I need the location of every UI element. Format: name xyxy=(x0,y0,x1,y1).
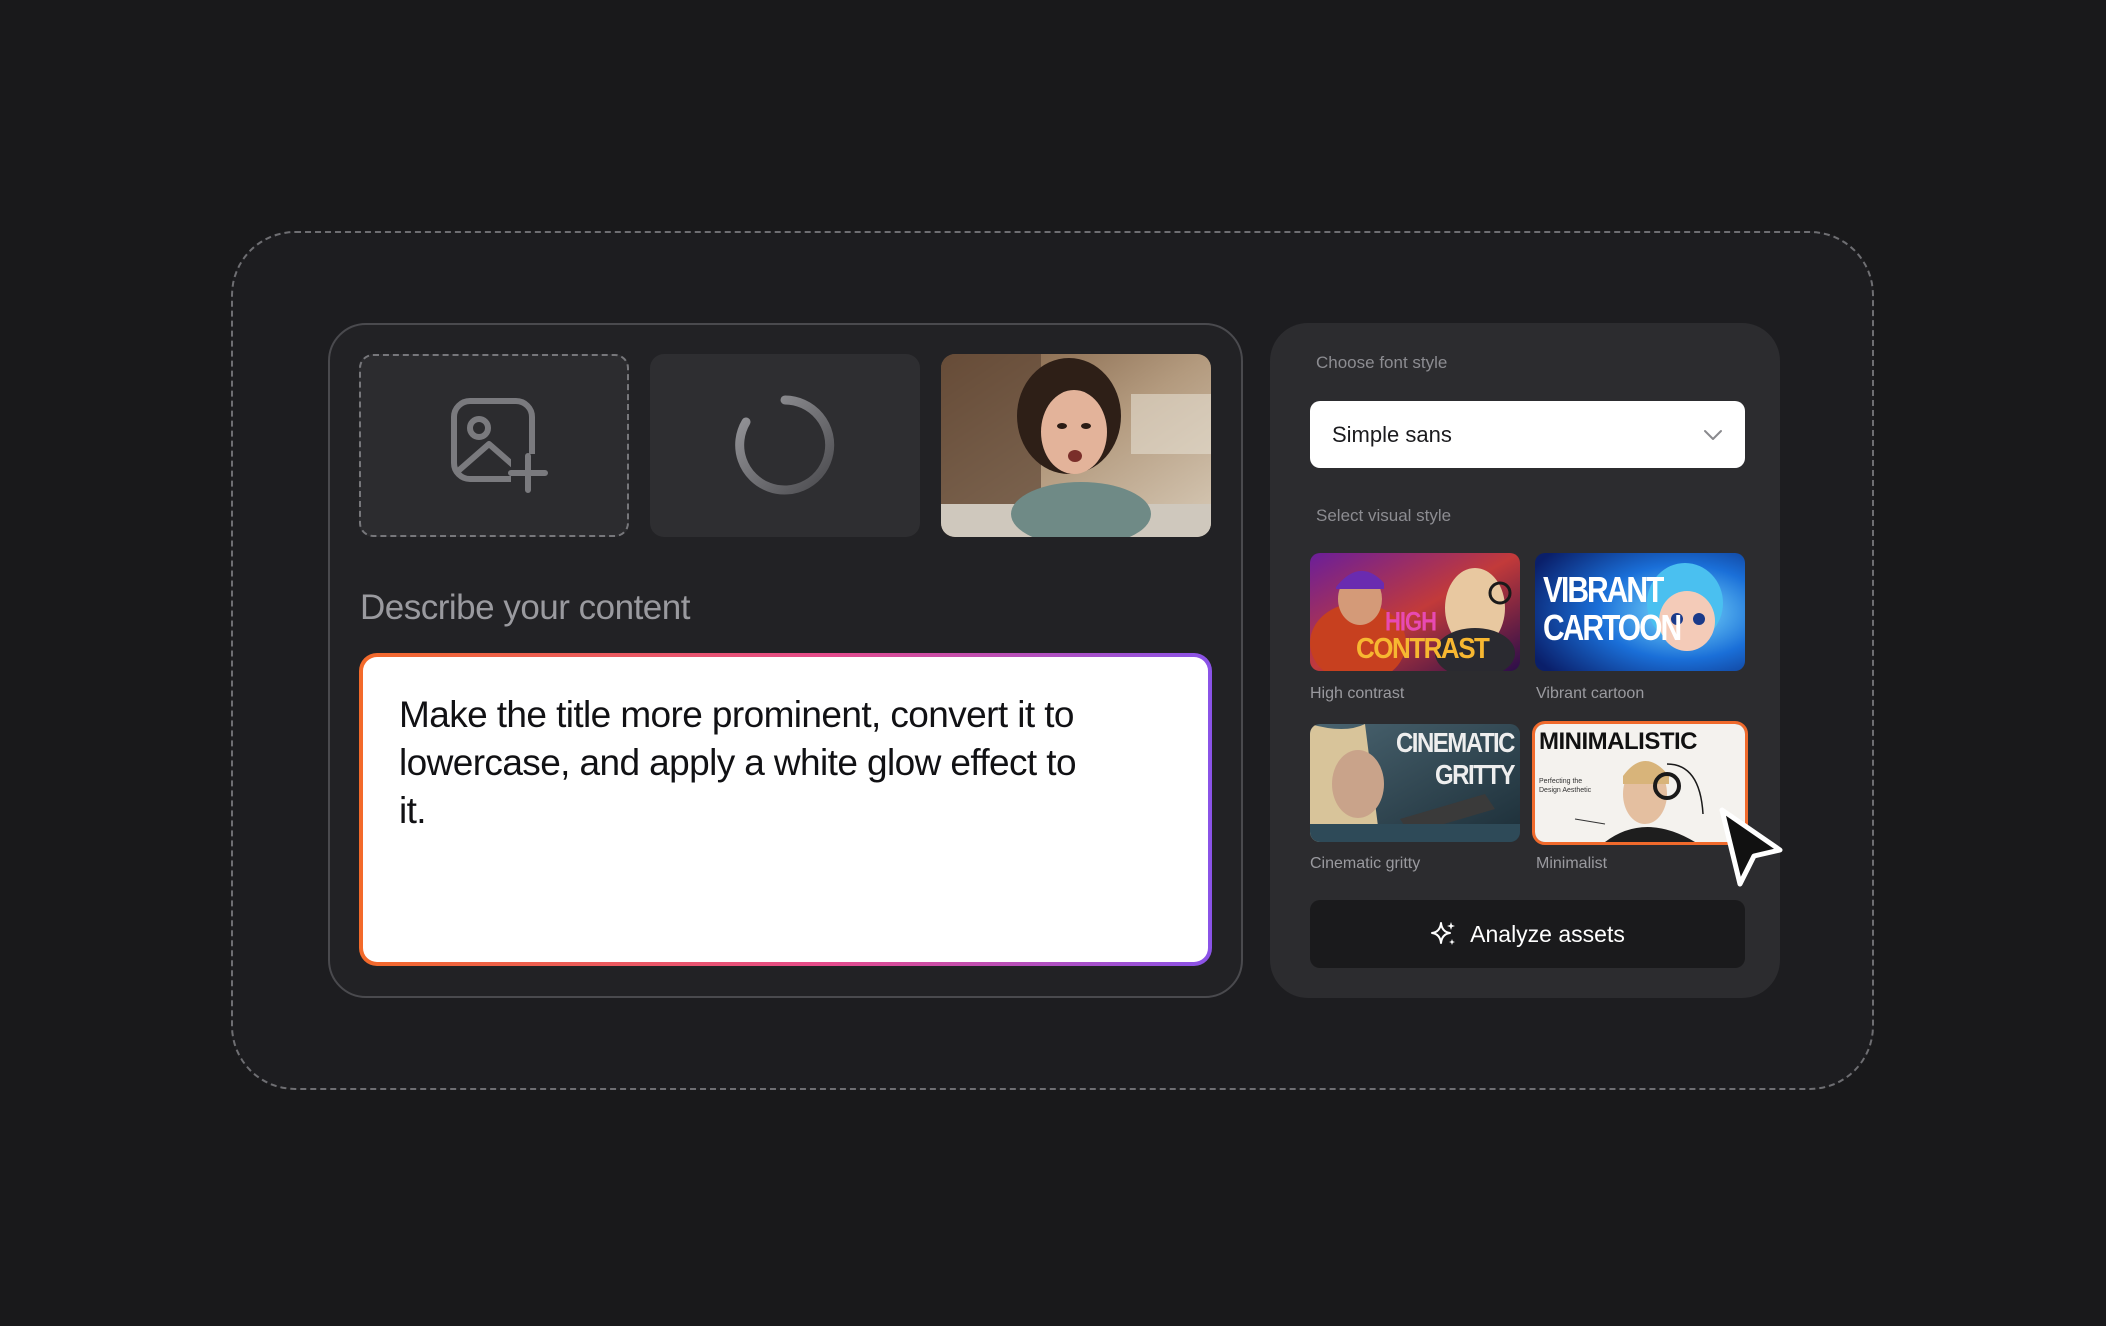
font-style-label: Choose font style xyxy=(1316,353,1448,372)
style-caption-high-contrast: High contrast xyxy=(1310,685,1405,702)
prompt-input[interactable]: Make the title more prominent, convert i… xyxy=(359,653,1212,966)
analyze-assets-button[interactable]: Analyze assets xyxy=(1310,900,1745,968)
font-style-value: Simple sans xyxy=(1332,421,1452,447)
visual-style-label: Select visual style xyxy=(1316,506,1452,525)
style-card-minimalist[interactable]: MINIMALISTIC Perfecting the Design Aesth… xyxy=(1532,721,1748,845)
style-card-cinematic-gritty[interactable]: CINEMATIC GRITTY xyxy=(1310,724,1520,842)
describe-content-label: Describe your content xyxy=(360,588,690,627)
prompt-input-inner[interactable]: Make the title more prominent, convert i… xyxy=(363,657,1208,962)
style-card-vibrant-cartoon[interactable]: VIBRANT CARTOON xyxy=(1535,553,1745,671)
style-caption-cinematic-gritty: Cinematic gritty xyxy=(1310,855,1421,872)
analyze-assets-label: Analyze assets xyxy=(1470,920,1625,947)
thumb-title-minimalistic: MINIMALISTIC xyxy=(1539,728,1697,755)
image-add-icon xyxy=(451,398,548,493)
video-thumbnail[interactable] xyxy=(941,354,1211,537)
loading-tile xyxy=(650,354,920,537)
thumb-title-gritty: GRITTY xyxy=(1435,760,1516,792)
thumb-title-cartoon: CARTOON xyxy=(1543,609,1682,649)
style-caption-minimalist: Minimalist xyxy=(1536,855,1608,872)
font-style-select[interactable]: Simple sans xyxy=(1310,401,1745,468)
sparkle-icon xyxy=(1431,922,1456,945)
thumb-title-cinematic: CINEMATIC xyxy=(1395,728,1516,760)
thumb-title-contrast: CONTRAST xyxy=(1356,631,1490,665)
loading-spinner-icon xyxy=(735,395,835,495)
thumb-subtitle-1: Perfecting the xyxy=(1539,778,1583,785)
chevron-down-icon xyxy=(1704,429,1722,440)
prompt-text[interactable]: Make the title more prominent, convert i… xyxy=(399,691,1099,835)
thumb-title-vibrant: VIBRANT xyxy=(1543,571,1664,611)
style-card-high-contrast[interactable]: HIGH CONTRAST xyxy=(1310,553,1520,671)
cursor-icon xyxy=(1719,807,1783,887)
thumb-subtitle-2: Design Aesthetic xyxy=(1539,787,1592,794)
upload-tile[interactable] xyxy=(359,354,629,537)
style-caption-vibrant-cartoon: Vibrant cartoon xyxy=(1536,685,1645,702)
